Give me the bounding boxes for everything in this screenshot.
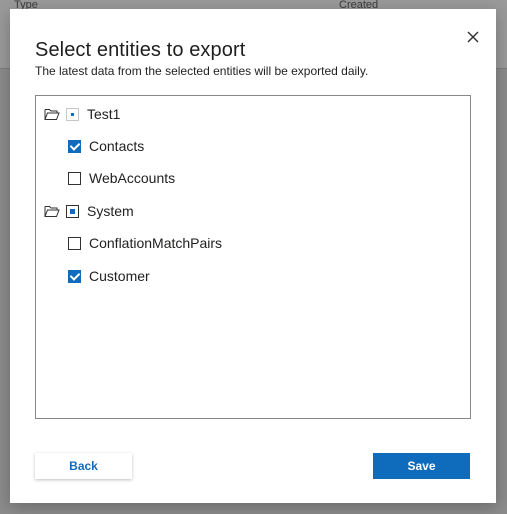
item-checkbox-customer[interactable] [68, 269, 81, 283]
group-checkbox-system[interactable] [66, 204, 79, 218]
entity-tree: Test1 Contacts WebAccounts System Confla… [35, 95, 471, 419]
tree-item-label: ConflationMatchPairs [89, 235, 223, 251]
export-entities-dialog: Select entities to export The latest dat… [10, 9, 496, 503]
tree-group-system[interactable]: System [44, 201, 134, 221]
folder-open-icon [44, 109, 60, 120]
back-button[interactable]: Back [35, 453, 132, 479]
tree-group-test1[interactable]: Test1 [44, 104, 120, 124]
tree-item-conflationmatchpairs[interactable]: ConflationMatchPairs [68, 233, 222, 253]
tree-group-label: Test1 [87, 106, 121, 122]
tree-group-label: System [87, 203, 134, 219]
tree-item-webaccounts[interactable]: WebAccounts [68, 168, 175, 188]
dialog-subtitle: The latest data from the selected entiti… [35, 64, 369, 78]
tree-item-label: WebAccounts [89, 170, 176, 186]
group-checkbox-test1[interactable] [66, 107, 79, 121]
save-button[interactable]: Save [373, 453, 470, 479]
item-checkbox-webaccounts[interactable] [68, 171, 81, 185]
tree-item-customer[interactable]: Customer [68, 266, 150, 286]
folder-open-icon [44, 206, 60, 217]
close-button[interactable] [462, 26, 484, 48]
close-icon [467, 31, 479, 43]
tree-item-label: Customer [89, 268, 150, 284]
dialog-title: Select entities to export [35, 39, 246, 61]
tree-item-label: Contacts [89, 138, 145, 154]
item-checkbox-conflationmatchpairs[interactable] [68, 236, 81, 250]
tree-item-contacts[interactable]: Contacts [68, 136, 144, 156]
item-checkbox-contacts[interactable] [68, 139, 81, 153]
